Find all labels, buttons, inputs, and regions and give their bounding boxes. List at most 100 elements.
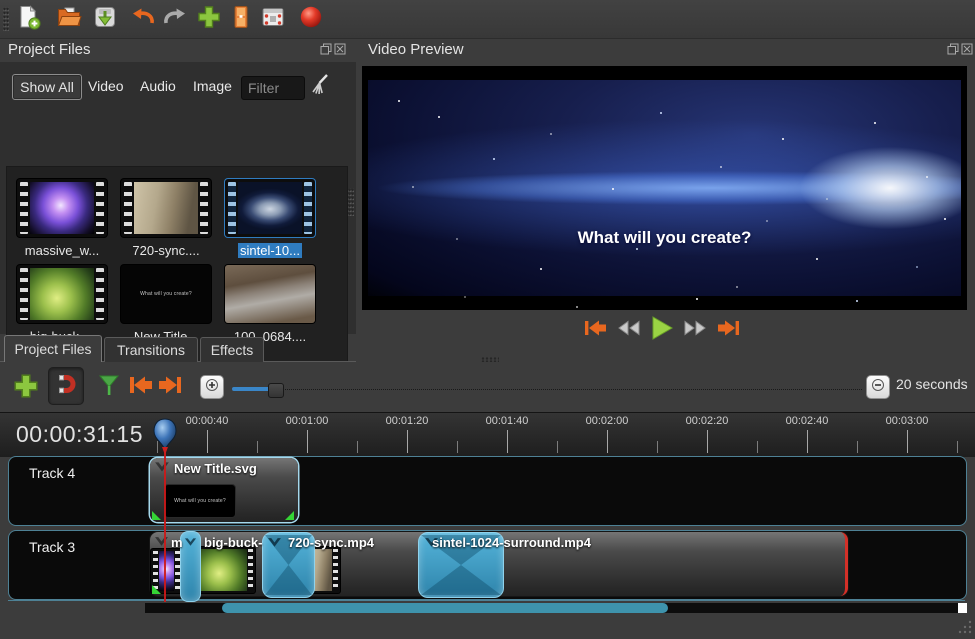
save-project-icon xyxy=(92,4,118,35)
playhead-marker[interactable] xyxy=(152,418,178,460)
file-thumbnail-sintel[interactable] xyxy=(225,179,315,237)
clip-label: New Title.svg xyxy=(174,461,257,476)
arrow-to-start-icon xyxy=(126,385,154,402)
redo-icon xyxy=(162,4,188,35)
timeline-hscrollbar-thumb[interactable] xyxy=(222,603,668,613)
filter-show-all-button[interactable]: Show All xyxy=(12,74,82,100)
file-thumbnail-newtitle[interactable]: What will you create? xyxy=(121,265,211,323)
clip-menu-chevron-icon[interactable] xyxy=(154,535,169,553)
ruler-label: 00:01:40 xyxy=(486,415,529,427)
window-resize-grip[interactable] xyxy=(958,620,972,639)
new-project-icon xyxy=(16,4,42,35)
transition-1[interactable] xyxy=(180,531,201,602)
filmstrip-holes xyxy=(248,549,253,591)
thumbnail-title-text: What will you create? xyxy=(121,291,211,297)
project-files-float-icon[interactable] xyxy=(319,42,332,55)
filmstrip-holes xyxy=(333,549,338,591)
filmstrip-holes xyxy=(304,182,312,234)
choose-profile-icon xyxy=(228,4,254,35)
new-project-button[interactable] xyxy=(16,6,42,32)
preview-frame xyxy=(368,80,961,296)
status-bar xyxy=(0,613,975,637)
fast-forward-icon xyxy=(682,317,708,344)
rewind-button[interactable] xyxy=(614,318,644,342)
tab-transitions[interactable]: Transitions xyxy=(104,337,198,362)
choose-profile-button[interactable] xyxy=(228,6,254,32)
undo-button[interactable] xyxy=(130,6,156,32)
export-video-button[interactable] xyxy=(298,6,324,32)
play-button[interactable] xyxy=(646,318,676,342)
ruler-label: 00:02:20 xyxy=(686,415,729,427)
transition-chevron-icon[interactable] xyxy=(184,535,197,553)
main-toolbar xyxy=(0,0,975,39)
open-project-button[interactable] xyxy=(56,6,82,32)
razor-tool-button[interactable] xyxy=(96,372,122,405)
filter-video-button[interactable]: Video xyxy=(88,74,124,98)
file-label-selected: sintel-10... xyxy=(225,243,315,258)
snapping-toggle-button[interactable] xyxy=(48,367,84,405)
filter-audio-button[interactable]: Audio xyxy=(140,74,176,98)
tab-effects[interactable]: Effects xyxy=(200,337,264,362)
add-track-button[interactable] xyxy=(12,372,40,405)
save-project-button[interactable] xyxy=(92,6,118,32)
clip-new-title[interactable]: New Title.svg What will you create? xyxy=(150,458,298,522)
redo-button[interactable] xyxy=(162,6,188,32)
clip-menu-chevron-icon[interactable] xyxy=(154,461,170,479)
filmstrip-holes xyxy=(96,268,104,320)
ruler-label: 00:03:00 xyxy=(886,415,929,427)
clip-label-sintel: sintel-1024-surround.mp4 xyxy=(432,535,591,550)
project-files-close-icon[interactable] xyxy=(333,42,346,55)
filmstrip-holes xyxy=(124,182,132,234)
video-preview-close-icon[interactable] xyxy=(960,42,973,55)
fullscreen-button[interactable] xyxy=(260,6,286,32)
ruler-label: 00:01:00 xyxy=(286,415,329,427)
magnet-icon xyxy=(54,372,78,401)
filmstrip-holes xyxy=(20,268,28,320)
import-files-button[interactable] xyxy=(196,6,222,32)
clip-resize-handle-right[interactable] xyxy=(285,511,294,520)
timeline-ruler[interactable]: 00:00:31:15 00:00:40 00:01:00 00:01:20 0… xyxy=(0,412,975,457)
toolbar-drag-handle[interactable] xyxy=(3,7,9,31)
scrollbar-corner xyxy=(958,603,967,613)
export-video-icon xyxy=(298,4,324,35)
file-thumbnail-100-0684[interactable] xyxy=(225,265,315,323)
zoom-slider-handle[interactable] xyxy=(268,383,284,398)
rewind-icon xyxy=(616,317,642,344)
clip-label-720sync: 720-sync.mp4 xyxy=(288,535,374,550)
ruler-label: 00:01:20 xyxy=(386,415,429,427)
current-time-display: 00:00:31:15 xyxy=(16,421,143,448)
zoom-in-icon xyxy=(205,378,219,397)
tab-project-files[interactable]: Project Files xyxy=(4,335,102,362)
jump-to-end-icon xyxy=(715,317,743,344)
video-preview-panel-title: Video Preview xyxy=(368,41,464,58)
fast-forward-button[interactable] xyxy=(680,318,710,342)
file-thumbnail-massive[interactable] xyxy=(17,179,107,237)
video-preview-area[interactable]: What will you create? xyxy=(362,66,967,310)
video-preview-float-icon[interactable] xyxy=(946,42,959,55)
zoom-slider-track[interactable] xyxy=(232,389,862,390)
zoom-out-button[interactable] xyxy=(866,375,890,399)
filter-input[interactable] xyxy=(241,76,305,100)
jump-to-start-button[interactable] xyxy=(580,318,610,342)
zoom-in-button[interactable] xyxy=(200,375,224,399)
transition-chevron-icon[interactable] xyxy=(267,536,282,554)
undo-icon xyxy=(130,4,156,35)
file-thumbnail-720sync[interactable] xyxy=(121,179,211,237)
open-project-icon xyxy=(56,4,82,35)
jump-to-start-icon xyxy=(581,317,609,344)
previous-marker-button[interactable] xyxy=(126,372,154,403)
clip-resize-handle-left[interactable] xyxy=(152,585,161,594)
clear-filter-button[interactable] xyxy=(307,72,331,103)
filmstrip-holes xyxy=(200,182,208,234)
file-thumbnail-bigbuck[interactable] xyxy=(17,265,107,323)
jump-to-end-button[interactable] xyxy=(714,318,744,342)
thumbnail-image xyxy=(159,551,174,591)
filter-image-button[interactable]: Image xyxy=(193,74,232,98)
clip-label-massive: m xyxy=(171,535,183,550)
clip-thumbnail-text: What will you create? xyxy=(165,498,235,504)
next-marker-button[interactable] xyxy=(157,372,185,403)
vertical-splitter-handle[interactable] xyxy=(348,188,354,216)
filmstrip-holes xyxy=(20,182,28,234)
clip-resize-handle-left[interactable] xyxy=(152,511,161,520)
razor-icon xyxy=(96,387,122,404)
